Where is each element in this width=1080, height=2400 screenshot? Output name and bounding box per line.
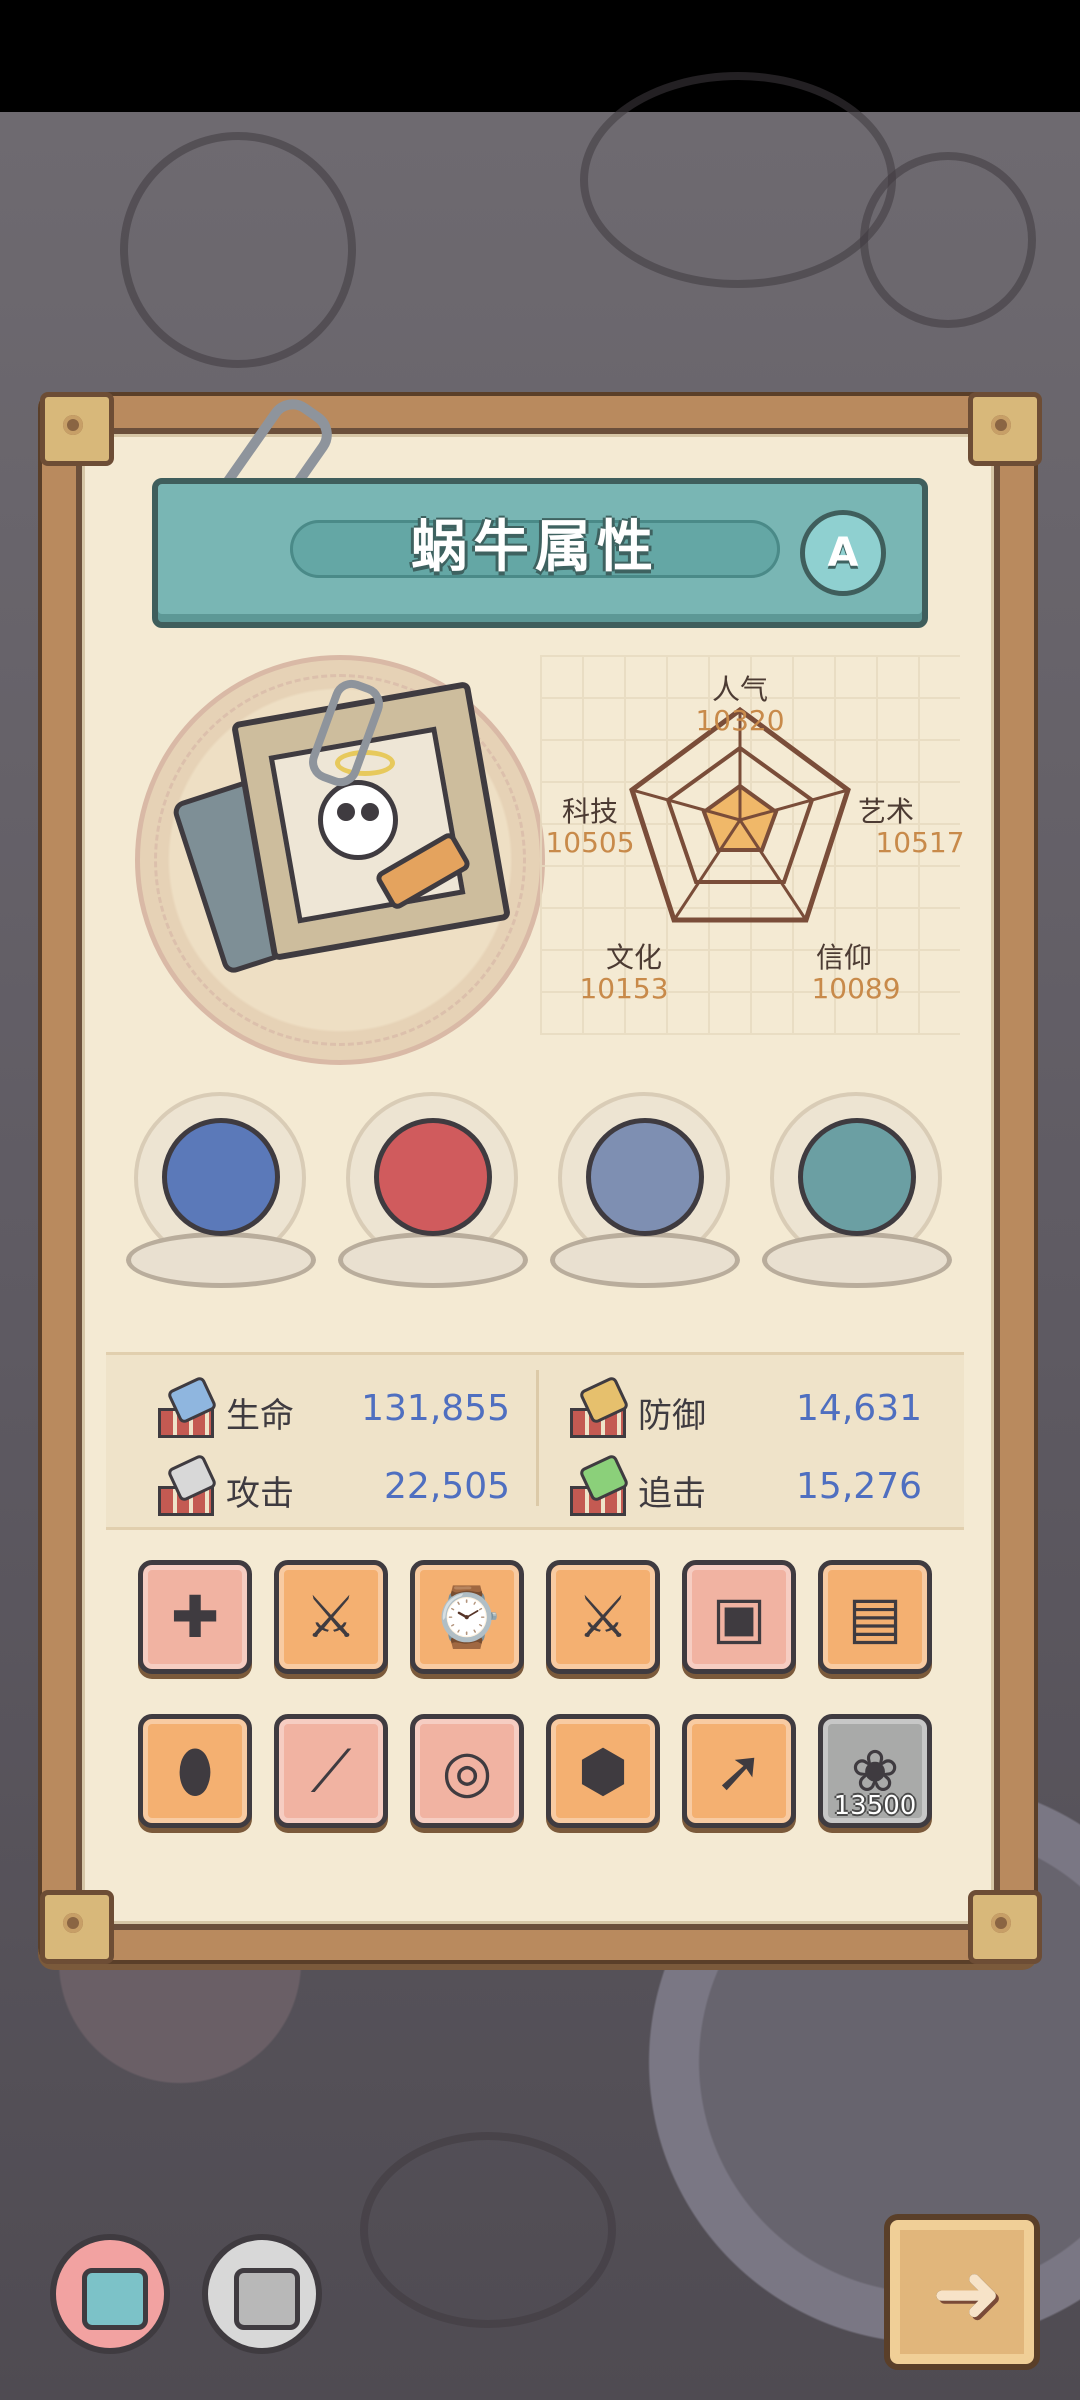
equip-slot-watch[interactable]: ⌚ [410,1560,524,1674]
stat-value-attack: 22,505 [384,1466,510,1507]
stat-label-defense: 防御 [638,1396,706,1436]
grade-badge[interactable]: A [800,510,886,596]
radar-value-popularity: 10320 [695,704,785,737]
hp-icon [158,1375,218,1438]
pet-slot-golden-snail[interactable] [338,1092,528,1292]
pet-slot-shark[interactable] [126,1092,316,1292]
equip-slot-stone-tablet[interactable]: ⬢ [546,1714,660,1828]
pet-slot-compass[interactable] [550,1092,740,1292]
watch-icon: ⌚ [430,1582,504,1651]
shark-pet-icon [162,1118,280,1236]
stat-label-hp: 生命 [226,1396,294,1436]
pet-base [762,1232,952,1288]
equip-slot-vest[interactable]: ▣ [682,1560,796,1674]
stats-divider [536,1370,539,1506]
page-title: 蜗牛属性 [411,515,659,580]
robot-card-button[interactable] [202,2234,322,2354]
radar-value-art: 10517 [875,826,965,859]
equip-slot-gun[interactable]: ✚ [138,1560,252,1674]
equip-slot-locked-rose[interactable]: ❀ 13500 [818,1714,932,1828]
corner-bracket-top-left [40,392,114,466]
radar-label-culture: 文化 [605,941,662,974]
stat-value-chase: 15,276 [796,1466,922,1507]
blue-sword-icon: ⟋ [310,1736,352,1805]
radar-label-faith: 信仰 [815,941,872,974]
stat-label-attack: 攻击 [226,1474,294,1514]
status-bar [0,0,1080,112]
radar-label-art: 艺术 [857,795,914,828]
equip-slot-necklace[interactable]: ◎ [410,1714,524,1828]
equip-slot-twin-blades[interactable]: ⚔ [274,1560,388,1674]
pet-base [550,1232,740,1288]
stat-label-chase: 追击 [638,1474,706,1514]
compass-pet-icon [586,1118,704,1236]
radar-value-faith: 10089 [811,972,901,1005]
dragon-pet-icon [798,1118,916,1236]
stat-value-defense: 14,631 [796,1388,922,1429]
snail-avatar [318,780,398,860]
equip-slot-green-spear[interactable]: ➚ [682,1714,796,1828]
pet-base [126,1232,316,1288]
gun-icon: ✚ [170,1583,220,1651]
green-spear-icon: ➚ [714,1737,764,1805]
equip-slot-amulet[interactable]: ⬮ [138,1714,252,1828]
pet-slot-dragon[interactable] [762,1092,952,1292]
stone-tablet-icon: ⬢ [577,1737,629,1805]
snail-card-button[interactable] [50,2234,170,2354]
equip-slot-jacket[interactable]: ▤ [818,1560,932,1674]
radar-value-technology: 10505 [545,826,635,859]
snail-card-icon [82,2268,148,2330]
golden-snail-pet-icon [374,1118,492,1236]
radar-value-culture: 10153 [579,972,669,1005]
pet-base [338,1232,528,1288]
unlock-price: 13500 [833,1791,917,1821]
arrow-right-icon: ➜ [931,2244,1003,2342]
next-button[interactable]: ➜ [884,2214,1040,2370]
equip-slot-blue-sword[interactable]: ⟋ [274,1714,388,1828]
robot-card-icon [234,2268,300,2330]
equip-slot-crossed-swords[interactable]: ⚔ [546,1560,660,1674]
twin-blades-icon: ⚔ [305,1583,357,1651]
necklace-icon: ◎ [441,1737,493,1805]
suit-jacket-icon: ▤ [847,1583,903,1651]
amulet-icon: ⬮ [176,1736,214,1805]
radar-label-popularity: 人气 [711,673,768,706]
radar-label-technology: 科技 [561,795,618,828]
attack-icon [158,1453,218,1516]
chase-icon [570,1453,630,1516]
corner-bracket-bottom-left [40,1890,114,1964]
stat-value-hp: 131,855 [361,1388,510,1429]
corner-bracket-top-right [968,392,1042,466]
corner-bracket-bottom-right [968,1890,1042,1964]
defense-icon [570,1375,630,1438]
pink-vest-icon: ▣ [711,1583,767,1651]
crossed-swords-icon: ⚔ [577,1583,629,1651]
